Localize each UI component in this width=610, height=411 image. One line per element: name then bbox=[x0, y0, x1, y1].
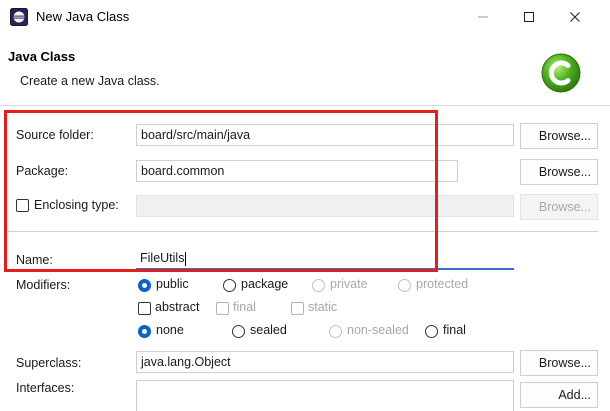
close-button[interactable] bbox=[552, 0, 598, 34]
radio-protected bbox=[398, 279, 411, 292]
radio-sealed-label: sealed bbox=[250, 323, 287, 337]
radio-private bbox=[312, 279, 325, 292]
window-title: New Java Class bbox=[36, 9, 130, 24]
checkbox-abstract[interactable] bbox=[138, 302, 151, 315]
name-input-value: FileUtils bbox=[140, 251, 185, 265]
modifiers-label: Modifiers: bbox=[16, 278, 71, 292]
radio-package-label: package bbox=[241, 277, 289, 291]
text-caret bbox=[185, 251, 187, 266]
interfaces-add-button[interactable]: Add... bbox=[520, 382, 598, 408]
checkbox-abstract-label: abstract bbox=[155, 300, 200, 314]
radio-package[interactable] bbox=[223, 279, 236, 292]
maximize-button[interactable] bbox=[506, 0, 552, 34]
enclosing-type-label: Enclosing type: bbox=[34, 198, 119, 212]
interfaces-list[interactable] bbox=[136, 380, 514, 411]
superclass-input[interactable]: java.lang.Object bbox=[136, 351, 514, 373]
radio-non-sealed bbox=[329, 325, 342, 338]
wizard-title: Java Class bbox=[8, 49, 76, 64]
wizard-header: Java Class Create a new Java class. bbox=[0, 34, 610, 106]
separator bbox=[8, 231, 598, 232]
java-class-badge-icon bbox=[541, 53, 581, 93]
radio-sealed[interactable] bbox=[232, 325, 245, 338]
checkbox-final-label: final bbox=[233, 300, 256, 314]
maximize-icon bbox=[524, 12, 534, 22]
radio-none[interactable] bbox=[138, 325, 151, 338]
enclosing-type-checkbox[interactable] bbox=[16, 199, 29, 212]
package-input[interactable]: board.common bbox=[136, 160, 458, 182]
radio-protected-label: protected bbox=[416, 277, 469, 291]
interfaces-label: Interfaces: bbox=[16, 381, 75, 395]
wizard-description: Create a new Java class. bbox=[20, 74, 160, 88]
superclass-browse-button[interactable]: Browse... bbox=[520, 350, 598, 376]
source-folder-input[interactable]: board/src/main/java bbox=[136, 124, 514, 146]
source-folder-label: Source folder: bbox=[16, 128, 94, 142]
radio-public-label: public bbox=[156, 277, 189, 291]
title-bar: New Java Class bbox=[0, 0, 610, 34]
eclipse-app-icon bbox=[10, 8, 28, 26]
radio-public[interactable] bbox=[138, 279, 151, 292]
package-label: Package: bbox=[16, 164, 69, 178]
checkbox-final bbox=[216, 302, 229, 315]
radio-final[interactable] bbox=[425, 325, 438, 338]
radio-final-label: final bbox=[443, 323, 466, 337]
package-browse-button[interactable]: Browse... bbox=[520, 159, 598, 185]
close-icon bbox=[570, 12, 580, 22]
checkbox-static bbox=[291, 302, 304, 315]
name-input[interactable]: FileUtils bbox=[136, 248, 514, 270]
minimize-button[interactable] bbox=[460, 0, 506, 34]
minimize-icon bbox=[478, 16, 488, 18]
radio-non-sealed-label: non-sealed bbox=[347, 323, 409, 337]
enclosing-type-browse-button: Browse... bbox=[520, 194, 598, 220]
enclosing-type-input bbox=[136, 195, 514, 217]
source-folder-browse-button[interactable]: Browse... bbox=[520, 123, 598, 149]
radio-private-label: private bbox=[330, 277, 368, 291]
name-label: Name: bbox=[16, 253, 53, 267]
superclass-label: Superclass: bbox=[16, 356, 82, 370]
checkbox-static-label: static bbox=[308, 300, 338, 314]
radio-none-label: none bbox=[156, 323, 184, 337]
